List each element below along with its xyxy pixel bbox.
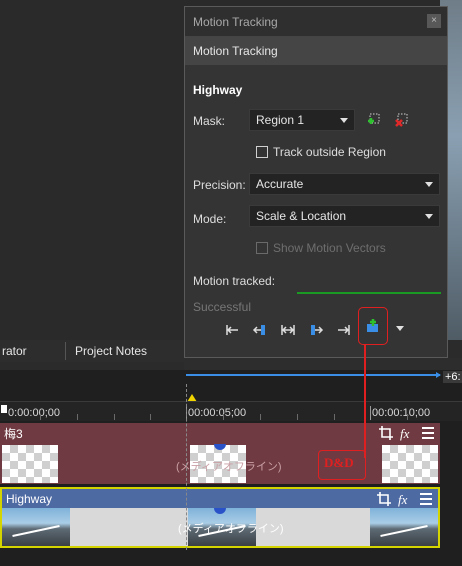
fx-icon[interactable]: fx [397, 491, 413, 507]
tab-project-notes[interactable]: Project Notes [75, 344, 147, 358]
clip-label-1: (メディアオフライン) [176, 461, 282, 473]
motion-tracked-label: Motion tracked: [193, 274, 276, 288]
tab-explorer[interactable]: rator [2, 344, 27, 358]
loop-region-label: +6: [443, 371, 462, 383]
apply-motion-icon[interactable] [365, 318, 381, 334]
ruler-tick [114, 414, 115, 420]
ruler-tick [77, 414, 78, 420]
ruler-tick [407, 414, 408, 420]
chevron-down-icon [425, 214, 433, 219]
clip-thumbnail [370, 508, 438, 546]
panel-window-title: Motion Tracking [193, 14, 278, 29]
loop-region-end [436, 372, 441, 378]
show-vectors-checkbox[interactable] [256, 242, 268, 254]
ruler-tick [150, 414, 151, 420]
ruler-tick [260, 414, 261, 420]
precision-dropdown[interactable]: Accurate [249, 173, 440, 195]
dropdown-caret-icon[interactable] [396, 326, 404, 331]
track-clip-2[interactable]: (メディアオフライン) [0, 508, 440, 548]
crop-icon[interactable] [378, 425, 394, 441]
mask-dropdown[interactable]: Region 1 [249, 109, 355, 131]
status-text: Successful [193, 300, 252, 314]
track-header-icons: fx [376, 491, 434, 507]
annotation-label: D&D [324, 455, 354, 470]
mode-dropdown[interactable]: Scale & Location [249, 205, 440, 227]
track-name-2: Highway [6, 491, 53, 506]
ruler-tick [223, 414, 224, 420]
track-backward-start-icon[interactable] [224, 322, 240, 338]
track-outside-label: Track outside Region [273, 145, 386, 159]
motion-tracking-panel: Motion Tracking × Motion Tracking Highwa… [184, 6, 448, 358]
track-clip-1[interactable]: (メディアオフライン) [0, 444, 440, 484]
timecode-0: 0:00:00;00 [8, 407, 60, 419]
track-both-icon[interactable] [280, 322, 296, 338]
track-forward-icon[interactable] [308, 322, 324, 338]
annotation-line [364, 345, 366, 458]
close-icon[interactable]: × [427, 14, 441, 28]
mask-value: Region 1 [256, 113, 305, 127]
mode-label: Mode: [193, 212, 227, 226]
ruler-tick [334, 414, 335, 420]
panel-titlebar: Motion Tracking × [185, 7, 447, 37]
svg-text:fx: fx [400, 426, 410, 441]
mask-label: Mask: [193, 114, 226, 128]
precision-value: Accurate [256, 177, 304, 191]
svg-text:fx: fx [398, 492, 408, 507]
chevron-down-icon [340, 118, 348, 123]
timecode-1: 00:00:05;00 [188, 407, 247, 419]
tab-divider [65, 342, 66, 360]
chevron-down-icon [425, 182, 433, 187]
track-forward-end-icon[interactable] [336, 322, 352, 338]
section-title: Highway [193, 83, 243, 97]
playhead[interactable] [1, 405, 7, 413]
show-vectors-label: Show Motion Vectors [273, 241, 386, 255]
track-name-1: 梅3 [4, 427, 23, 441]
ruler-tick [297, 414, 298, 420]
track-header-icons: fx [378, 425, 436, 441]
clip-label-2: (メディアオフライン) [178, 523, 284, 535]
add-region-icon[interactable] [365, 112, 381, 128]
loop-region-bar[interactable] [186, 374, 440, 376]
panel-header-label: Motion Tracking [193, 44, 278, 58]
track-header-2[interactable]: Highway fx [0, 487, 440, 508]
track-header-1[interactable]: 梅3 fx [0, 423, 440, 444]
panel-bottom-gap [184, 358, 462, 370]
crop-icon[interactable] [376, 491, 392, 507]
track-backward-icon[interactable] [252, 322, 268, 338]
precision-label: Precision: [193, 178, 246, 192]
panel-header: Motion Tracking [185, 37, 447, 65]
track-outside-checkbox[interactable] [256, 146, 268, 158]
clip-thumbnail [382, 445, 438, 483]
mode-value: Scale & Location [256, 209, 347, 223]
menu-icon[interactable] [420, 425, 436, 441]
ruler-tick [370, 406, 371, 420]
fx-icon[interactable]: fx [399, 425, 415, 441]
menu-icon[interactable] [418, 491, 434, 507]
motion-progress-bar [297, 292, 441, 294]
timecode-2: 00:00:10;00 [372, 407, 431, 419]
cursor-line [186, 384, 187, 550]
remove-region-icon[interactable] [393, 112, 409, 128]
ruler-tick [40, 414, 41, 420]
clip-thumbnail [2, 445, 58, 483]
clip-thumbnail [2, 508, 70, 546]
